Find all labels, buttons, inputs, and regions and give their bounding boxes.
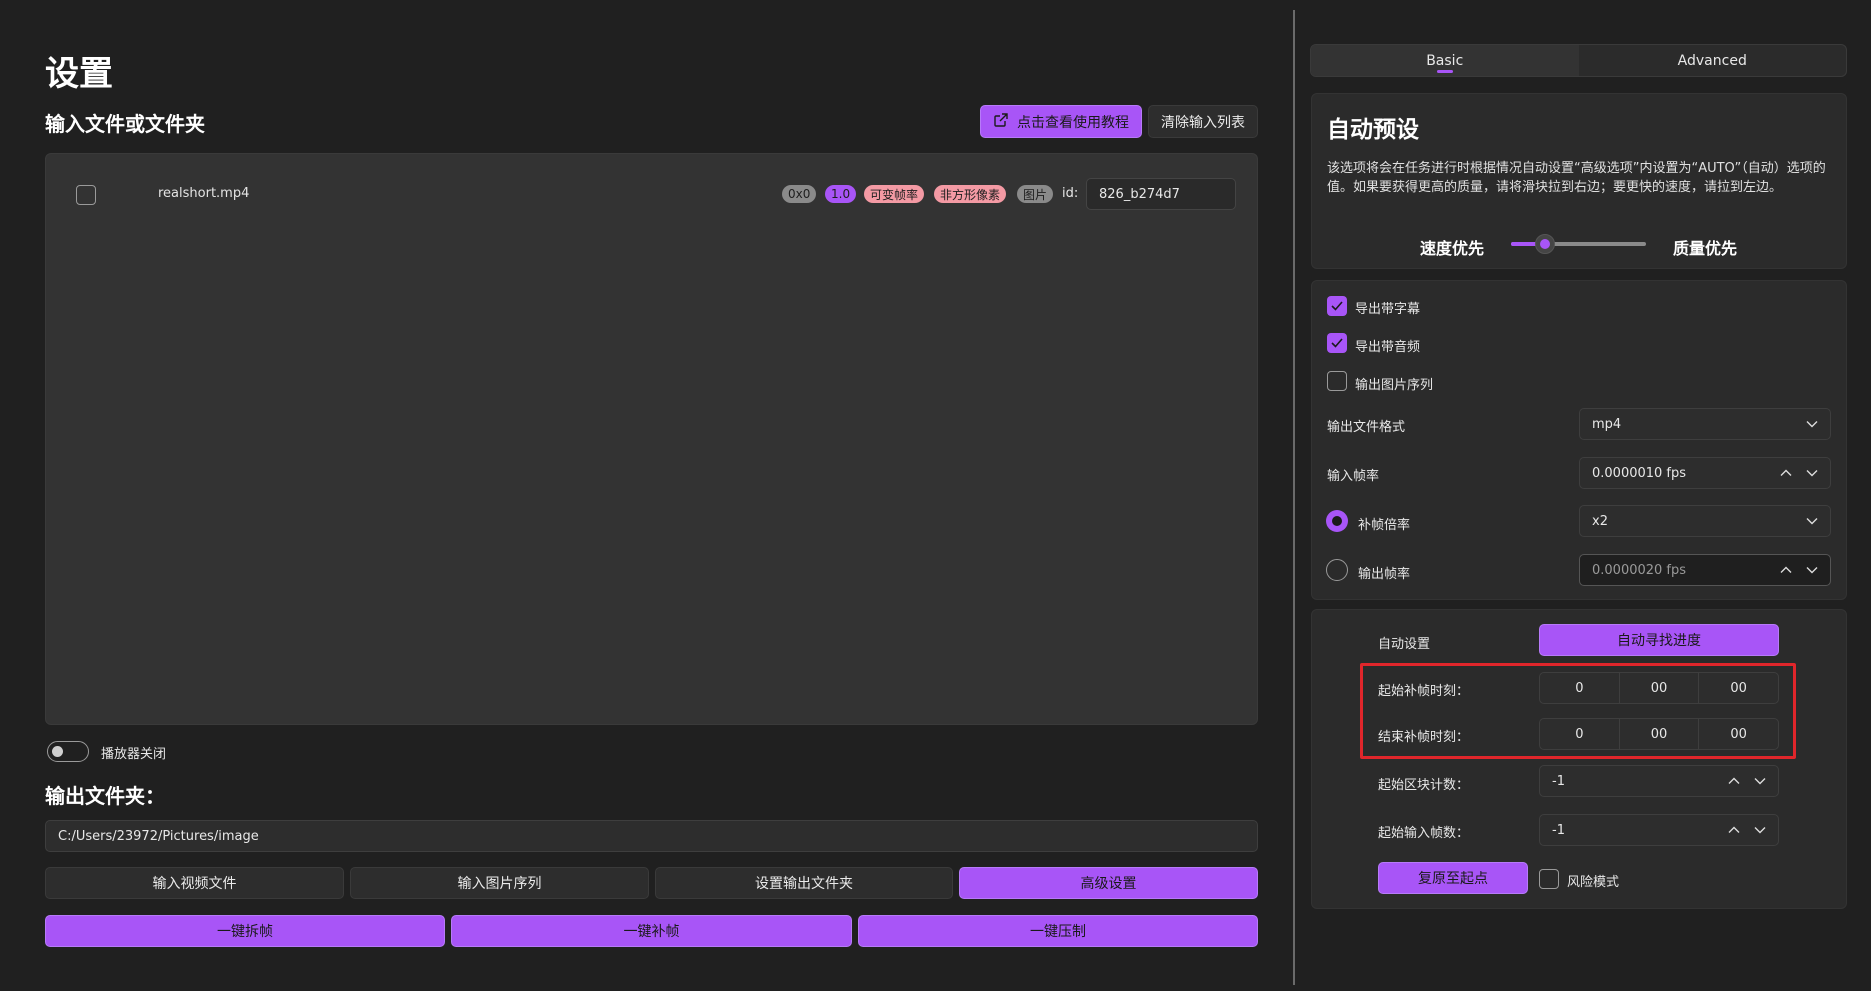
tab-advanced-label: Advanced <box>1677 52 1747 69</box>
output-fps-spinbox[interactable]: 0.0000020 fps <box>1579 554 1831 586</box>
start-frame-spinbox[interactable]: -1 <box>1539 814 1779 846</box>
vfr-tag: 可变帧率 <box>864 185 925 203</box>
non-square-pixel-tag: 非方形像素 <box>934 185 1007 203</box>
tab-basic[interactable]: Basic <box>1311 45 1579 76</box>
image-tag: 图片 <box>1017 185 1054 203</box>
start-time-minutes[interactable]: 00 <box>1620 673 1700 703</box>
export-options-card <box>1311 280 1847 600</box>
encode-button[interactable]: 一键压制 <box>858 915 1258 947</box>
chevron-up-icon[interactable] <box>1780 563 1792 578</box>
export-audio-label: 导出带音频 <box>1355 340 1421 355</box>
risk-mode-label: 风险模式 <box>1567 875 1620 890</box>
chevron-down-icon[interactable] <box>1754 774 1766 789</box>
page-title: 设置 <box>45 54 113 94</box>
end-time-minutes[interactable]: 00 <box>1620 719 1700 749</box>
pane-divider[interactable] <box>1293 10 1295 985</box>
id-label: id: <box>1062 186 1079 201</box>
quality-priority-label: 质量优先 <box>1673 239 1738 258</box>
end-time-input[interactable]: 0 00 00 <box>1539 718 1779 750</box>
input-video-button[interactable]: 输入视频文件 <box>45 867 344 899</box>
output-folder-input[interactable]: C:/Users/23972/Pictures/image <box>45 820 1258 852</box>
chevron-down-icon[interactable] <box>1754 823 1766 838</box>
start-time-input[interactable]: 0 00 00 <box>1539 672 1779 704</box>
tab-advanced[interactable]: Advanced <box>1579 45 1847 76</box>
chevron-down-icon <box>1806 514 1818 529</box>
file-row-checkbox[interactable] <box>76 185 96 205</box>
multiplier-radio[interactable] <box>1326 510 1348 532</box>
end-time-label: 结束补帧时刻： <box>1378 730 1470 745</box>
export-image-sequence-label: 输出图片序列 <box>1355 378 1434 393</box>
start-frame-label: 起始输入帧数： <box>1378 826 1470 841</box>
tab-active-indicator <box>1436 70 1453 73</box>
interpolate-button[interactable]: 一键补帧 <box>451 915 852 947</box>
risk-mode-checkbox[interactable] <box>1539 869 1559 889</box>
output-format-label: 输出文件格式 <box>1327 420 1406 435</box>
set-output-folder-button[interactable]: 设置输出文件夹 <box>655 867 953 899</box>
resolution-tag: 0x0 <box>782 185 817 203</box>
file-name: realshort.mp4 <box>158 186 250 201</box>
auto-find-progress-button[interactable]: 自动寻找进度 <box>1539 624 1779 656</box>
chevron-down-icon[interactable] <box>1806 466 1818 481</box>
auto-preset-description: 该选项将会在任务进行时根据情况自动设置“高级选项”内设置为“AUTO”（自动）选… <box>1327 161 1826 195</box>
multiplier-label: 补帧倍率 <box>1358 518 1411 533</box>
start-time-hours[interactable]: 0 <box>1540 673 1620 703</box>
chevron-down-icon <box>1806 417 1818 432</box>
input-fps-value: 0.0000010 fps <box>1592 465 1687 481</box>
end-time-seconds[interactable]: 00 <box>1699 719 1778 749</box>
player-toggle-label: 播放器关闭 <box>101 747 167 762</box>
split-frames-button[interactable]: 一键拆帧 <box>45 915 445 947</box>
auto-preset-title: 自动预设 <box>1327 117 1419 143</box>
toggle-knob <box>52 745 63 757</box>
input-file-list[interactable] <box>45 153 1258 725</box>
player-toggle[interactable] <box>47 741 89 762</box>
export-audio-checkbox[interactable] <box>1327 333 1347 353</box>
advanced-settings-button[interactable]: 高级设置 <box>959 867 1258 899</box>
settings-tabs: Basic Advanced <box>1310 44 1847 77</box>
tab-basic-label: Basic <box>1426 52 1464 69</box>
input-image-sequence-button[interactable]: 输入图片序列 <box>350 867 649 899</box>
scale-tag: 1.0 <box>825 185 857 203</box>
chevron-up-icon[interactable] <box>1780 466 1792 481</box>
external-link-icon <box>993 112 1009 132</box>
check-icon <box>1331 301 1343 311</box>
tutorial-button[interactable]: 点击查看使用教程 <box>980 105 1142 138</box>
multiplier-dropdown[interactable]: x2 <box>1579 505 1831 537</box>
auto-settings-label: 自动设置 <box>1378 637 1431 652</box>
input-fps-spinbox[interactable]: 0.0000010 fps <box>1579 457 1831 489</box>
start-time-label: 起始补帧时刻： <box>1378 684 1470 699</box>
start-chunk-spinbox[interactable]: -1 <box>1539 765 1779 797</box>
output-format-dropdown[interactable]: mp4 <box>1579 408 1831 440</box>
clear-input-list-button[interactable]: 清除输入列表 <box>1148 105 1258 138</box>
speed-priority-label: 速度优先 <box>1420 239 1485 258</box>
check-icon <box>1331 338 1343 348</box>
tutorial-button-label: 点击查看使用教程 <box>1017 114 1129 131</box>
reset-to-start-button[interactable]: 复原至起点 <box>1378 862 1528 894</box>
export-subtitle-label: 导出带字幕 <box>1355 302 1421 317</box>
output-fps-radio[interactable] <box>1326 559 1348 581</box>
chevron-up-icon[interactable] <box>1728 823 1740 838</box>
export-image-sequence-checkbox[interactable] <box>1327 371 1347 391</box>
start-time-seconds[interactable]: 00 <box>1699 673 1778 703</box>
start-chunk-label: 起始区块计数： <box>1378 778 1470 793</box>
output-fps-value: 0.0000020 fps <box>1592 562 1687 578</box>
end-time-hours[interactable]: 0 <box>1540 719 1620 749</box>
start-chunk-value: -1 <box>1552 773 1565 789</box>
quality-slider-thumb[interactable] <box>1535 234 1555 254</box>
output-fps-label: 输出帧率 <box>1358 567 1411 582</box>
start-frame-value: -1 <box>1552 822 1565 838</box>
multiplier-value: x2 <box>1592 513 1608 529</box>
id-input[interactable]: 826_b274d7 <box>1086 178 1236 210</box>
output-folder-title: 输出文件夹： <box>45 784 165 808</box>
chevron-up-icon[interactable] <box>1728 774 1740 789</box>
input-fps-label: 输入帧率 <box>1327 469 1380 484</box>
chevron-down-icon[interactable] <box>1806 563 1818 578</box>
output-format-value: mp4 <box>1592 416 1622 432</box>
input-section-title: 输入文件或文件夹 <box>45 112 205 136</box>
export-subtitle-checkbox[interactable] <box>1327 296 1347 316</box>
